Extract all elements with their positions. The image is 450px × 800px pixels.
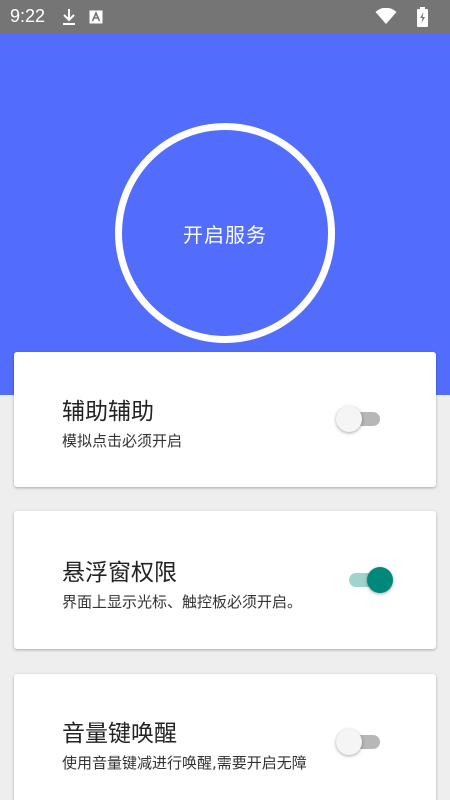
setting-title: 悬浮窗权限: [62, 560, 177, 586]
start-service-label: 开启服务: [183, 222, 267, 247]
setting-card-volume-wake: 音量键唤醒 使用音量键减进行唤醒,需要开启无障: [14, 674, 436, 800]
setting-description: 界面上显示光标、触控板必须开启。: [62, 593, 303, 611]
start-service-button[interactable]: 开启服务: [115, 123, 335, 343]
wifi-icon: [375, 8, 397, 25]
toggle-thumb: [367, 567, 393, 593]
toggle-thumb: [336, 406, 362, 432]
battery-charging-icon: [417, 6, 428, 27]
hero-banner: 开启服务: [0, 33, 450, 395]
setting-card-overlay-permission: 悬浮窗权限 界面上显示光标、触控板必须开启。: [14, 511, 436, 649]
download-icon: [61, 8, 77, 26]
setting-description: 使用音量键减进行唤醒,需要开启无障: [62, 754, 307, 772]
volume-wake-toggle[interactable]: [336, 727, 386, 757]
text-a-icon: [89, 10, 103, 24]
setting-description: 模拟点击必须开启: [62, 432, 183, 450]
accessibility-toggle[interactable]: [336, 404, 386, 434]
overlay-permission-toggle[interactable]: [343, 565, 393, 595]
toggle-thumb: [336, 729, 362, 755]
setting-card-accessibility: 辅助辅助 模拟点击必须开启: [14, 352, 436, 487]
status-bar: 9:22: [0, 0, 450, 33]
setting-title: 辅助辅助: [62, 399, 154, 425]
status-time: 9:22: [10, 6, 46, 26]
setting-title: 音量键唤醒: [62, 721, 177, 747]
